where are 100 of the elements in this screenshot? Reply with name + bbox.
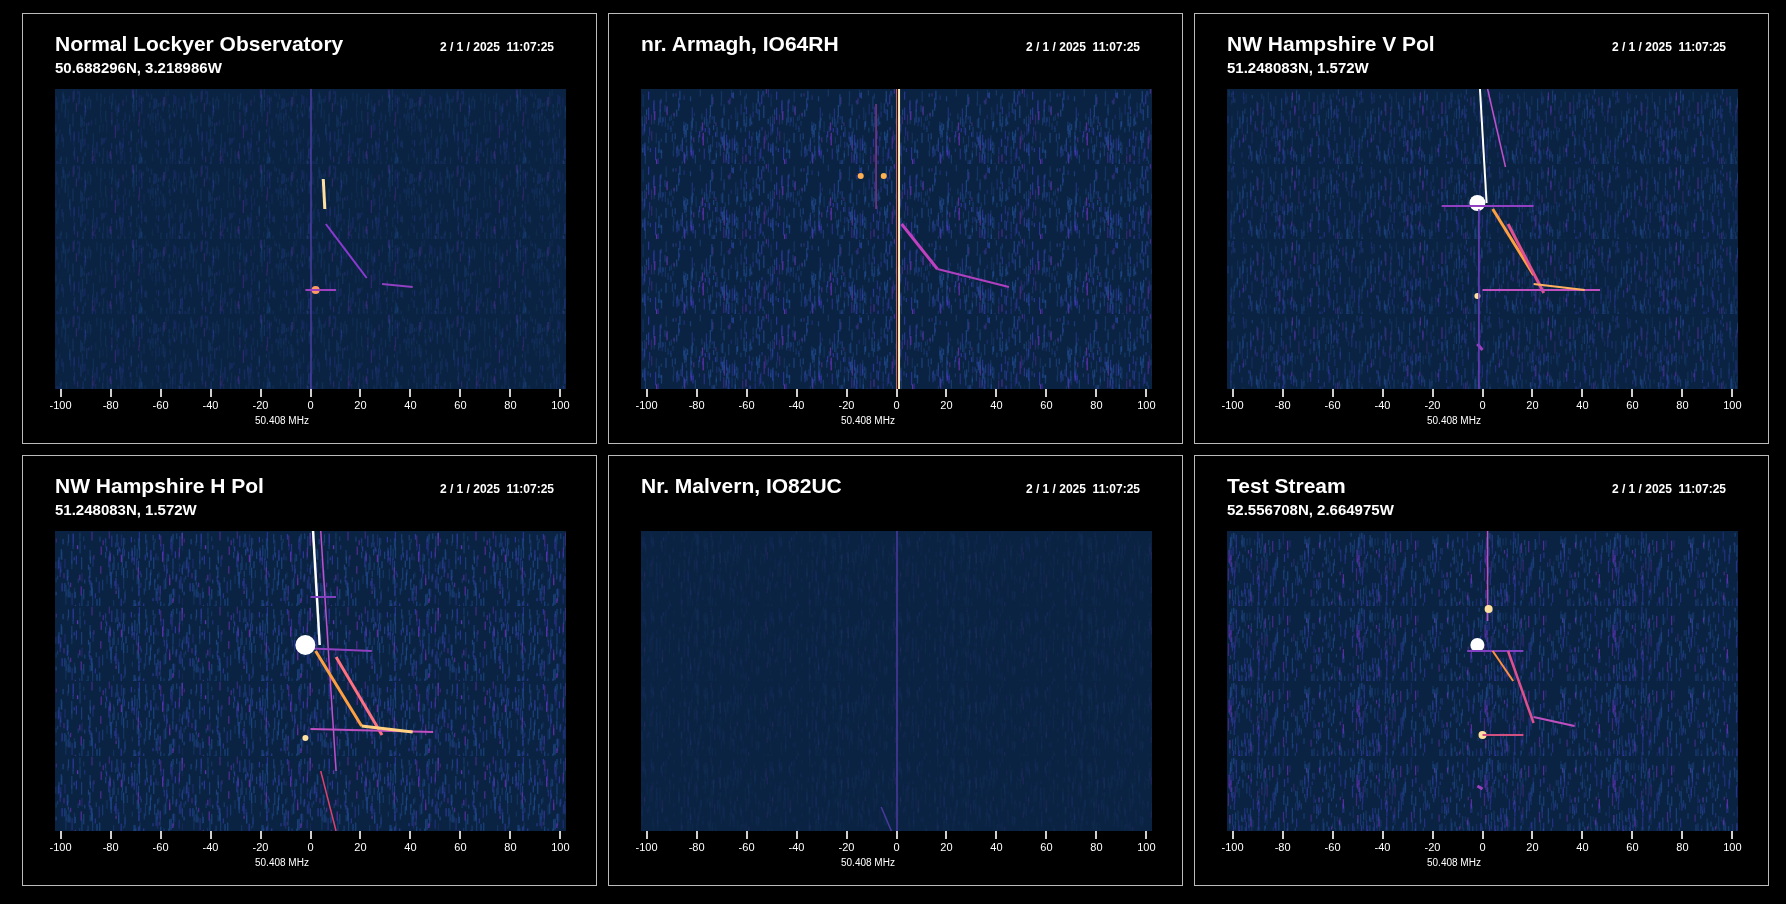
axis-tick-label: 60 xyxy=(1040,841,1053,854)
axis-tick-label: 100 xyxy=(1137,841,1156,854)
axis-tick xyxy=(459,831,462,839)
axis-tick xyxy=(995,389,998,397)
station-coordinates: 52.556708N, 2.664975W xyxy=(1227,501,1394,519)
axis-tick xyxy=(745,389,748,397)
axis-tick xyxy=(1731,831,1734,839)
station-title: nr. Armagh, IO64RH xyxy=(641,31,839,57)
axis-tick-label: -40 xyxy=(202,399,219,412)
timestamp: 2 / 1 / 2025 11:07:25 xyxy=(439,40,554,54)
axis-tick xyxy=(1281,831,1284,839)
axis-tick xyxy=(945,831,948,839)
axis-tick-label: -20 xyxy=(1424,399,1441,412)
axis-tick-label: 40 xyxy=(1576,841,1589,854)
axis-tick-label: -80 xyxy=(1274,841,1291,854)
axis-label: 50.408 MHz xyxy=(841,857,895,869)
axis-tick-label: 0 xyxy=(893,399,900,412)
axis-tick-label: -80 xyxy=(102,841,119,854)
axis-tick xyxy=(845,831,848,839)
axis-tick-label: 40 xyxy=(404,841,417,854)
axis-tick xyxy=(1481,831,1484,839)
axis-tick-label: -80 xyxy=(688,399,705,412)
axis-tick-label: -40 xyxy=(788,841,805,854)
axis-label: 50.408 MHz xyxy=(1427,857,1481,869)
axis-tick xyxy=(359,831,362,839)
axis-tick-label: -60 xyxy=(152,399,169,412)
axis-tick xyxy=(1681,831,1684,839)
axis-tick-label: -20 xyxy=(838,841,855,854)
axis-tick xyxy=(1095,831,1098,839)
axis-tick-label: -60 xyxy=(738,841,755,854)
axis-tick-label: -20 xyxy=(252,399,269,412)
axis-tick xyxy=(59,831,62,839)
axis-tick xyxy=(559,831,562,839)
axis-tick xyxy=(109,389,112,397)
axis-tick-label: 80 xyxy=(504,841,517,854)
axis-tick xyxy=(1231,831,1234,839)
axis-tick-label: -20 xyxy=(1424,841,1441,854)
axis-tick xyxy=(745,831,748,839)
axis-tick-label: -100 xyxy=(1221,841,1244,854)
axis-tick-label: 20 xyxy=(940,399,953,412)
axis-tick xyxy=(645,831,648,839)
timestamp: 2 / 1 / 2025 11:07:25 xyxy=(1025,40,1140,54)
axis-tick-label: 40 xyxy=(404,399,417,412)
axis-label: 50.408 MHz xyxy=(255,415,309,427)
axis-tick-label: 40 xyxy=(1576,399,1589,412)
axis-tick-label: -60 xyxy=(1324,399,1341,412)
axis-tick xyxy=(209,831,212,839)
axis-tick-label: 0 xyxy=(1479,841,1486,854)
axis-tick xyxy=(1581,831,1584,839)
axis-tick-label: 20 xyxy=(1526,841,1539,854)
axis-tick xyxy=(1331,831,1334,839)
axis-tick xyxy=(109,831,112,839)
station-title: NW Hampshire V Pol xyxy=(1227,31,1435,57)
station-coordinates: 50.688296N, 3.218986W xyxy=(55,59,222,77)
axis-tick-label: -40 xyxy=(788,399,805,412)
axis-tick xyxy=(59,389,62,397)
axis-tick xyxy=(1095,389,1098,397)
axis-tick-label: -80 xyxy=(1274,399,1291,412)
timestamp: 2 / 1 / 2025 11:07:25 xyxy=(1025,482,1140,496)
axis-tick-label: -60 xyxy=(1324,841,1341,854)
axis-tick-label: 20 xyxy=(354,399,367,412)
axis-tick-label: -80 xyxy=(688,841,705,854)
axis-tick xyxy=(459,389,462,397)
axis-tick-label: -60 xyxy=(738,399,755,412)
timestamp: 2 / 1 / 2025 11:07:25 xyxy=(1611,40,1726,54)
axis-tick xyxy=(1431,831,1434,839)
axis-tick-label: 0 xyxy=(1479,399,1486,412)
axis-tick xyxy=(795,389,798,397)
axis-tick xyxy=(1531,831,1534,839)
axis-tick xyxy=(309,389,312,397)
axis-tick xyxy=(1631,831,1634,839)
station-title: Nr. Malvern, IO82UC xyxy=(641,473,842,499)
timestamp: 2 / 1 / 2025 11:07:25 xyxy=(1611,482,1726,496)
axis-tick xyxy=(995,831,998,839)
axis-tick xyxy=(1281,389,1284,397)
axis-tick-label: 20 xyxy=(940,841,953,854)
axis-tick xyxy=(1231,389,1234,397)
axis-tick-label: 100 xyxy=(551,841,570,854)
axis-tick xyxy=(1145,389,1148,397)
axis-tick-label: 80 xyxy=(504,399,517,412)
station-coordinates: 51.248083N, 1.572W xyxy=(1227,59,1369,77)
axis-tick-label: -100 xyxy=(635,841,658,854)
axis-tick-label: 40 xyxy=(990,841,1003,854)
axis-tick-label: -100 xyxy=(635,399,658,412)
station-coordinates: 51.248083N, 1.572W xyxy=(55,501,197,519)
axis-tick xyxy=(945,389,948,397)
axis-tick xyxy=(1381,389,1384,397)
axis-tick xyxy=(1145,831,1148,839)
station-title: Test Stream xyxy=(1227,473,1346,499)
station-title: NW Hampshire H Pol xyxy=(55,473,264,499)
axis-tick xyxy=(159,831,162,839)
axis-tick xyxy=(695,389,698,397)
axis-tick xyxy=(1731,389,1734,397)
axis-tick xyxy=(1681,389,1684,397)
axis-tick-label: 80 xyxy=(1676,399,1689,412)
axis-tick xyxy=(795,831,798,839)
axis-tick xyxy=(1581,389,1584,397)
axis-tick-label: 0 xyxy=(307,841,314,854)
axis-tick-label: 20 xyxy=(1526,399,1539,412)
axis-tick-label: 80 xyxy=(1090,399,1103,412)
